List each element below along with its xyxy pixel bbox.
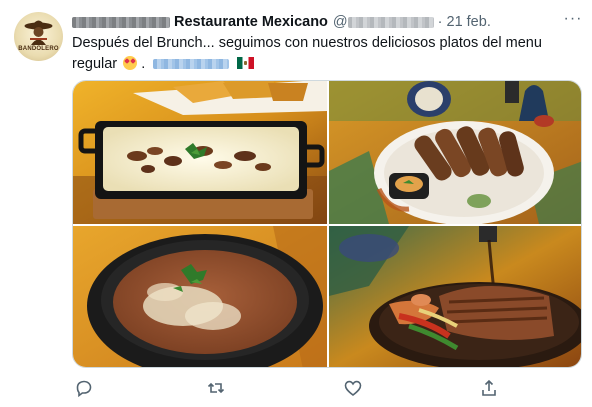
tweet-text-line1: Después del Brunch... seguimos con nuest… <box>72 35 542 51</box>
handle-at[interactable]: @ <box>333 14 348 30</box>
like-icon[interactable] <box>343 378 363 398</box>
redacted-handle <box>347 16 434 28</box>
photo-grid <box>72 80 582 368</box>
redacted-name-prefix <box>72 16 170 28</box>
more-options-icon[interactable]: ··· <box>563 11 583 32</box>
avatar-logo-text: BANDOLERO <box>18 46 59 52</box>
tweet-text-period: . <box>137 56 146 72</box>
tweet-text: Después del Brunch... seguimos con nuest… <box>72 33 582 75</box>
retweet-icon[interactable] <box>206 378 226 398</box>
tweet-card[interactable]: BANDOLERO Restaurante Mexicano @ · 21 fe… <box>0 0 592 407</box>
tweet-header: Restaurante Mexicano @ · 21 feb. <box>72 13 491 31</box>
tweet-actions-bar <box>0 378 592 398</box>
flautas-plate-photo[interactable] <box>329 81 581 224</box>
star-struck-emoji-icon <box>123 56 138 70</box>
separator-dot: · <box>437 14 443 30</box>
tweet-date[interactable]: 21 feb. <box>447 14 491 30</box>
queso-fundido-photo[interactable] <box>73 81 327 224</box>
display-name[interactable]: Restaurante Mexicano <box>174 14 328 30</box>
reply-icon[interactable] <box>74 378 94 398</box>
share-icon[interactable] <box>479 378 499 398</box>
fajitas-skillet-photo[interactable] <box>329 226 581 367</box>
tweet-text-line2: regular <box>72 56 118 72</box>
mexico-flag-icon <box>237 57 255 69</box>
redacted-hashtag-link[interactable] <box>153 59 230 69</box>
refried-beans-bowl-photo[interactable] <box>73 226 327 367</box>
avatar[interactable]: BANDOLERO <box>14 12 63 61</box>
